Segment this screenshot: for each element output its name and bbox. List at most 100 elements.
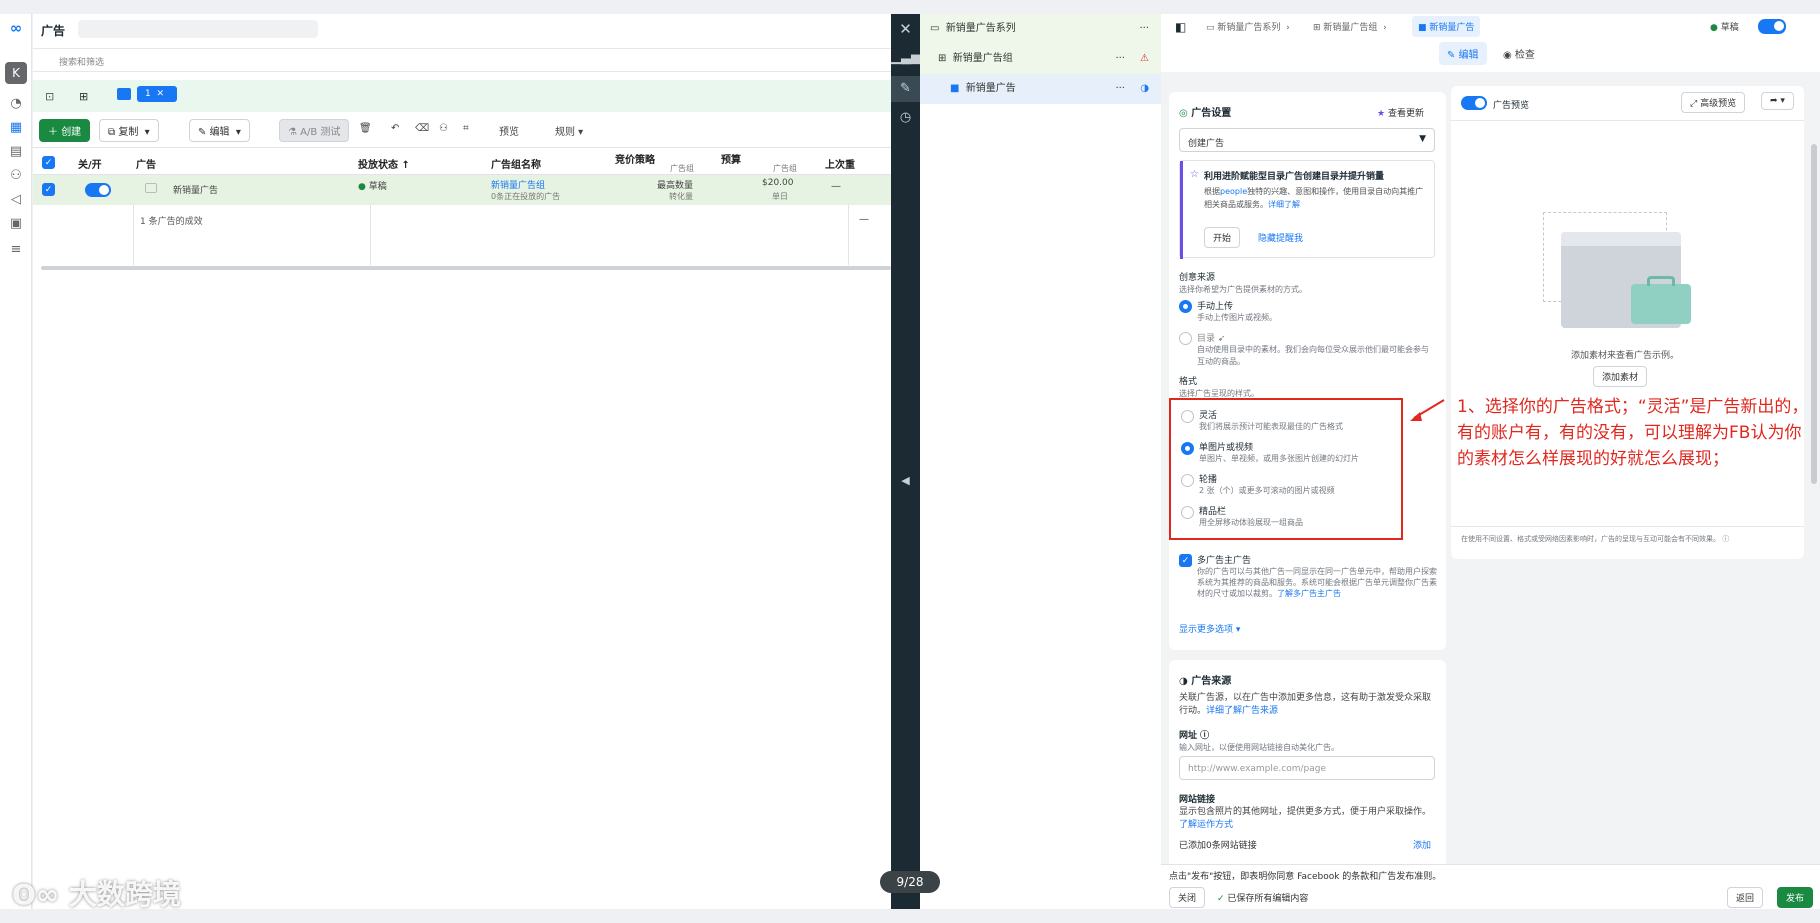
annotation-arrow bbox=[1410, 399, 1445, 421]
select-all-checkbox[interactable]: ✓ bbox=[42, 156, 55, 169]
horizontal-scrollbar[interactable] bbox=[41, 266, 891, 270]
col-adset[interactable]: 广告组名称 bbox=[491, 156, 541, 171]
breadcrumb-campaign[interactable]: ▭ 新销量广告系列 › bbox=[1206, 20, 1290, 33]
create-button[interactable]: ＋ 创建 bbox=[39, 119, 91, 142]
row-bid-sub: 转化量 bbox=[669, 192, 693, 201]
add-media-button[interactable]: 添加素材 bbox=[1593, 366, 1648, 387]
tab-edit[interactable]: ✎ 编辑 bbox=[1439, 42, 1487, 65]
multi-advertiser-label: 多广告主广告 bbox=[1197, 556, 1252, 566]
multi-advertiser-checkbox[interactable]: ✓ bbox=[1179, 554, 1192, 567]
promo-title: 利用进阶赋能型目录广告创建目录并提升销量 bbox=[1204, 172, 1385, 182]
undo-icon[interactable]: ↶ bbox=[391, 123, 399, 134]
preview-divider bbox=[1451, 120, 1804, 121]
add-sitelink-button[interactable]: 添加 bbox=[1413, 838, 1431, 851]
advanced-preview-button[interactable]: ⤢ 高级预览 bbox=[1681, 92, 1746, 113]
more-options-link[interactable]: 显示更多选项 ▾ bbox=[1179, 622, 1240, 635]
table-row[interactable]: ✓ 新销量广告 ● 草稿 新销量广告组 0条正在投放的广告 最高数量 转化量 $… bbox=[33, 175, 891, 205]
copy-button[interactable]: ⧉ 复制 ▾ bbox=[99, 119, 159, 142]
preview-button[interactable]: 预览 bbox=[499, 123, 519, 138]
table-icon[interactable]: ▦ bbox=[8, 120, 24, 136]
catalog-radio[interactable] bbox=[1179, 332, 1192, 345]
catalog-label: 目录 ➹ bbox=[1197, 334, 1226, 344]
collapse-icon[interactable]: ◀ bbox=[891, 474, 920, 487]
row-ad-name[interactable]: 新销量广告 bbox=[173, 183, 218, 196]
multi-advertiser-sub: 你的广告可以与其他广告一同显示在同一广告单元中，帮助用户探索系统为其推荐的商品和… bbox=[1197, 567, 1437, 598]
structure-tree: ▭ 新销量广告系列 ··· ⊞ 新销量广告组 ··· ⚠ ■ 新销量广告 ··· ◑ bbox=[920, 14, 1161, 909]
col-ad[interactable]: 广告 bbox=[136, 156, 156, 171]
search-bar[interactable]: 搜索和筛选 bbox=[33, 48, 891, 72]
url-field[interactable]: http://www.example.com/page bbox=[1179, 756, 1435, 780]
search-input[interactable]: 搜索和筛选 bbox=[59, 55, 104, 68]
ad-tab-icon[interactable] bbox=[117, 88, 131, 100]
breadcrumb-ad[interactable]: ■ 新销量广告 bbox=[1412, 16, 1481, 37]
trash-icon[interactable]: ⌫ bbox=[415, 123, 429, 134]
edit-button[interactable]: ✎ 编辑 ▾ bbox=[189, 119, 250, 142]
avatar[interactable]: K bbox=[5, 62, 27, 84]
audience-icon[interactable]: ⚇ bbox=[8, 168, 24, 184]
row-checkbox[interactable]: ✓ bbox=[42, 183, 55, 196]
tag-icon[interactable]: ⌗ bbox=[463, 123, 469, 134]
editor-toggle[interactable] bbox=[1758, 19, 1786, 34]
url-sub: 输入网址，以便使用网站链接自动美化广告。 bbox=[1179, 743, 1339, 752]
more-icon[interactable]: ··· bbox=[1139, 14, 1149, 44]
col-divider bbox=[370, 205, 371, 265]
campaign-folder-icon[interactable]: ⊡ bbox=[45, 90, 54, 103]
col-budget[interactable]: 预算 bbox=[721, 151, 741, 166]
col-status[interactable]: 投放状态 ↑ bbox=[358, 156, 410, 171]
rules-button[interactable]: 规则 ▾ bbox=[555, 123, 583, 138]
format-highlight-box bbox=[1169, 398, 1403, 540]
clock-icon[interactable]: ◷ bbox=[891, 110, 920, 125]
col-toggle[interactable]: 关/开 bbox=[78, 156, 102, 171]
editor-scrollbar[interactable] bbox=[1811, 144, 1817, 484]
half-circle-icon: ◑ bbox=[1179, 676, 1188, 687]
catalog-icon[interactable]: ▣ bbox=[8, 216, 24, 232]
share-button[interactable]: ➦ ▾ bbox=[1761, 92, 1794, 110]
tab-review[interactable]: ◉ 检查 bbox=[1503, 46, 1535, 61]
meta-logo-icon[interactable]: ∞ bbox=[8, 20, 24, 36]
manual-upload-radio[interactable] bbox=[1179, 300, 1192, 313]
ab-test-button[interactable]: ⚗ A/B 测试 bbox=[279, 119, 350, 142]
megaphone-icon[interactable]: ◁ bbox=[8, 192, 24, 208]
promo-start-button[interactable]: 开始 bbox=[1204, 227, 1241, 248]
row-adset-link[interactable]: 新销量广告组 bbox=[491, 178, 545, 191]
sitelinks-label: 网站链接 bbox=[1179, 795, 1216, 805]
publish-button[interactable]: 发布 bbox=[1777, 887, 1814, 908]
close-button[interactable]: 关闭 bbox=[1169, 887, 1206, 908]
row-adset-sub: 0条正在投放的广告 bbox=[491, 192, 561, 201]
menu-icon[interactable]: ≡ bbox=[8, 242, 24, 258]
ad-source-title: ◑ 广告来源 bbox=[1179, 676, 1232, 687]
row-toggle[interactable] bbox=[85, 183, 111, 197]
selected-count-chip[interactable]: 1 ✕ bbox=[137, 86, 177, 102]
preview-label: 广告预览 bbox=[1493, 101, 1530, 111]
ad-type-select[interactable]: 创建广告 ▼ bbox=[1179, 128, 1435, 152]
pages-icon[interactable]: ▤ bbox=[8, 144, 24, 160]
promo-hide-link[interactable]: 隐藏提醒我 bbox=[1258, 231, 1303, 244]
chart-icon[interactable]: ▁▃▅ bbox=[891, 50, 921, 65]
col-bid-sub: 广告组 bbox=[670, 164, 694, 173]
col-divider bbox=[848, 205, 849, 265]
view-updates-link[interactable]: ★ 查看更新 bbox=[1377, 106, 1424, 119]
more-icon[interactable]: ··· bbox=[1115, 74, 1125, 104]
delete-icon[interactable]: 🗑 bbox=[359, 123, 372, 134]
back-button[interactable]: 返回 bbox=[1727, 887, 1764, 908]
ad-editor: ◧ ▭ 新销量广告系列 › ⊞ 新销量广告组 › ■ 新销量广告 ● 草稿 ✎ … bbox=[1161, 14, 1820, 909]
preview-toggle[interactable] bbox=[1461, 96, 1487, 110]
tree-campaign[interactable]: ▭ 新销量广告系列 ··· bbox=[920, 14, 1161, 44]
more-icon[interactable]: ··· bbox=[1115, 44, 1125, 74]
close-icon[interactable]: ✕ bbox=[891, 20, 920, 38]
breadcrumb-adset[interactable]: ⊞ 新销量广告组 › bbox=[1313, 20, 1387, 33]
tree-adset[interactable]: ⊞ 新销量广告组 ··· ⚠ bbox=[920, 44, 1161, 74]
pencil-icon[interactable]: ✎ bbox=[891, 76, 920, 102]
people-icon[interactable]: ⚇ bbox=[439, 123, 448, 134]
ad-settings-title: ◎ 广告设置 bbox=[1179, 108, 1232, 119]
warning-icon: ⚠ bbox=[1140, 53, 1149, 64]
col-bid[interactable]: 竞价策略 bbox=[615, 151, 655, 166]
dashboard-icon[interactable]: ◔ bbox=[8, 96, 24, 112]
adset-grid-icon[interactable]: ⊞ bbox=[79, 90, 88, 103]
account-selector[interactable] bbox=[78, 20, 318, 38]
tree-ad[interactable]: ■ 新销量广告 ··· ◑ bbox=[920, 74, 1161, 104]
panel-toggle-icon[interactable]: ◧ bbox=[1175, 20, 1186, 34]
col-last[interactable]: 上次重 bbox=[825, 156, 855, 171]
preview-footer-divider bbox=[1451, 526, 1804, 527]
manual-upload-label: 手动上传 bbox=[1197, 302, 1234, 312]
